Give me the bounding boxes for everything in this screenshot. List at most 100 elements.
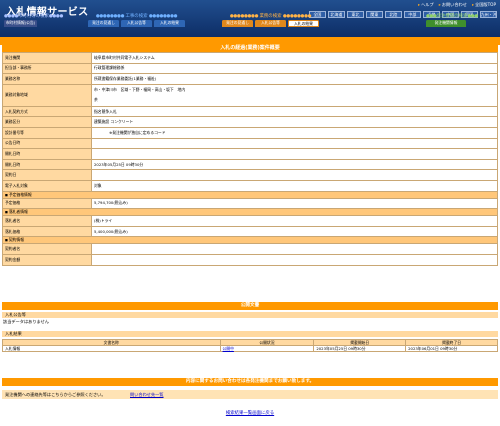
row-label: 落札者名 bbox=[2, 215, 92, 227]
table-row: 落札者名 (株)トライ bbox=[2, 215, 498, 227]
row-value: 行政管理課総務係 bbox=[91, 62, 498, 75]
row-value-2: 茶 bbox=[94, 97, 98, 103]
table-row: 業務名称 所蔵書籍保存業務委託(1業務・福祉) bbox=[2, 73, 498, 85]
header-links: ヘルプ お問い合わせ 全国版TOP bbox=[418, 2, 496, 8]
tab-municipal-info[interactable]: 市町村情報(公告) bbox=[4, 20, 37, 27]
row-label: 予定価格 bbox=[2, 197, 92, 210]
table-row: 担当部・事務所 行政管理課総務係 bbox=[2, 62, 498, 75]
row-value bbox=[91, 137, 498, 150]
row-label: 契約金額 bbox=[2, 253, 92, 266]
table-row: 開札日時 2023年05月25日 09時30分 bbox=[2, 158, 498, 171]
row-value bbox=[91, 148, 498, 160]
construction-search-group: ●●●●●●●● 工事の検索 ●●●●●●●● 発注の見通し 入札公告等 入札の… bbox=[88, 13, 185, 37]
tab-construction-results[interactable]: 入札の結果 bbox=[154, 20, 185, 27]
region-tab-tohoku[interactable]: 東北 bbox=[346, 11, 365, 18]
announcement-head: 入札公告等 bbox=[2, 312, 498, 318]
table-row: 予定価格 5,794,700(税込み) bbox=[2, 197, 498, 210]
municipal-search-title: 市町村等の検索 bbox=[18, 14, 49, 19]
row-value: (株)トライ bbox=[91, 215, 498, 227]
table-row: 業務対象地域 市・中津川市 区域・下野・福岡・高山・坂下 地内茶 bbox=[2, 83, 498, 107]
row-value: 2023年05月25日 09時30分 bbox=[91, 158, 498, 171]
service-search-title: 業務の検索 bbox=[259, 14, 282, 19]
row-label: 契約者名 bbox=[2, 243, 92, 255]
documents-title: 公開文書 bbox=[2, 302, 498, 310]
table-row: 公告日時 bbox=[2, 137, 498, 150]
document-start: 2023年05月25日 09時30分 bbox=[313, 345, 407, 352]
region-tab-kyushu[interactable]: 九州・沖縄 bbox=[479, 11, 497, 18]
row-value: 岐阜県市町村共同電子入札システム bbox=[91, 52, 498, 64]
tab-service-results[interactable]: 入札の結果 bbox=[288, 20, 319, 27]
row-value bbox=[91, 243, 498, 255]
table-row: 開札日時 bbox=[2, 148, 498, 160]
table-row: 契約金額 bbox=[2, 253, 498, 266]
document-status-link[interactable]: 公開中 bbox=[223, 346, 234, 351]
table-row: 契約者名 bbox=[2, 243, 498, 255]
tab-construction-outlook[interactable]: 発注の見通し bbox=[88, 20, 119, 27]
municipal-search-group: ●●●●市町村等の検索●●●● 市町村情報(公告) bbox=[4, 14, 63, 27]
contact-list-link[interactable]: 問い合わせ先一覧 bbox=[130, 390, 164, 399]
table-row: 落札価格 5,400,000(税込み) bbox=[2, 225, 498, 238]
row-value: 指名競争入札 bbox=[91, 105, 498, 118]
back-to-results-link[interactable]: 検索結果一覧画面に戻る bbox=[226, 411, 274, 416]
row-label: 契約日 bbox=[2, 169, 92, 181]
table-row: 契約日 bbox=[2, 169, 498, 181]
tab-construction-notices[interactable]: 入札公告等 bbox=[121, 20, 152, 27]
row-value: 5,794,700(税込み) bbox=[91, 197, 498, 210]
row-label: 発注機関 bbox=[2, 52, 92, 64]
row-value: 5,400,000(税込み) bbox=[91, 225, 498, 238]
contact-bar: 内容に関するお問い合わせは各発注機関までお願い致します。 bbox=[2, 378, 498, 386]
table-row: 業務区分 建築施設 コンクリート bbox=[2, 116, 498, 128]
region-tab-hokuriku[interactable]: 北陸 bbox=[384, 11, 403, 18]
row-label: 開札日時 bbox=[2, 148, 92, 160]
region-tab-chubu[interactable]: 中部 bbox=[403, 11, 422, 18]
tab-service-notices[interactable]: 入札公告等 bbox=[255, 20, 286, 27]
table-row: 入札契約方式 指名競争入札 bbox=[2, 105, 498, 118]
row-value bbox=[91, 169, 498, 181]
region-tab-hokkaido[interactable]: 北海道 bbox=[327, 11, 346, 18]
subsection-price-title: 予定価格情報 bbox=[2, 190, 498, 199]
help-link[interactable]: ヘルプ bbox=[418, 2, 434, 8]
header-divider bbox=[0, 37, 500, 45]
result-documents-table: 文書名称 公開状況 掲載開始日 掲載終了日 入札情報 公開中 2023年05月2… bbox=[2, 339, 498, 352]
row-label: 電子入札対象 bbox=[2, 179, 92, 192]
announcement-empty-text: 該当データはありません bbox=[3, 319, 49, 324]
national-top-link[interactable]: 全国版TOP bbox=[472, 2, 496, 8]
row-label: 業務名称 bbox=[2, 73, 92, 85]
subsection-contract-title: 契約情報 bbox=[2, 236, 498, 245]
row-label: 開札日時 bbox=[2, 158, 92, 171]
subsection-row: 契約情報 bbox=[2, 236, 498, 245]
document-end: 2023年06月01日 09時30分 bbox=[405, 345, 498, 352]
table-row: 発注機関 岐阜県市町村共同電子入札システム bbox=[2, 52, 498, 64]
row-value: 建築施設 コンクリート bbox=[91, 116, 498, 128]
section-title: 入札の経過(業務)案件概要 bbox=[2, 45, 498, 52]
subsection-row: 落札者情報 bbox=[2, 208, 498, 217]
row-label: 設計番号等 bbox=[2, 126, 92, 139]
service-search-group: ●●●●●●●● 業務の検索 ●●●●●●●● 発注の見通し 入札公告等 入札の… bbox=[222, 13, 319, 37]
agency-search-title: 発注機関の検索 bbox=[436, 14, 468, 19]
row-value: 対象 bbox=[91, 179, 498, 192]
table-row: 電子入札対象 対象 bbox=[2, 179, 498, 192]
result-head: 入札結果 bbox=[2, 331, 498, 337]
row-label: 業務対象地域 bbox=[2, 83, 92, 107]
tab-agency-info[interactable]: 発注機関情報 bbox=[426, 20, 466, 27]
agency-search-group: ●●●発注機関の検索●●● 発注機関情報 bbox=[426, 14, 478, 27]
contact-link[interactable]: お問い合わせ bbox=[439, 2, 467, 8]
row-label: 担当部・事務所 bbox=[2, 62, 92, 75]
row-value: ※発注機関が独自に定めるコード bbox=[91, 126, 498, 139]
row-value: 所蔵書籍保存業務委託(1業務・福祉) bbox=[91, 73, 498, 85]
table-row: 入札情報 公開中 2023年05月25日 09時30分 2023年06月01日 … bbox=[2, 345, 498, 352]
document-name: 入札情報 bbox=[2, 345, 221, 352]
subsection-winner-title: 落札者情報 bbox=[2, 208, 498, 217]
row-label: 落札価格 bbox=[2, 225, 92, 238]
row-value bbox=[91, 253, 498, 266]
construction-search-title: 工事の検索 bbox=[125, 14, 148, 19]
row-value: 市・中津川市 区域・下野・福岡・高山・坂下 地内 bbox=[94, 87, 186, 93]
row-label: 業務区分 bbox=[2, 116, 92, 128]
contact-row: 発注機関への連絡先等はこちらからご参照ください。 問い合わせ先一覧 bbox=[2, 390, 498, 399]
subsection-row: 予定価格情報 bbox=[2, 190, 498, 199]
region-tab-kanto[interactable]: 関東 bbox=[365, 11, 384, 18]
tab-service-outlook[interactable]: 発注の見通し bbox=[222, 20, 253, 27]
row-label: 公告日時 bbox=[2, 137, 92, 150]
site-header: 入札情報サービス ヘルプ お問い合わせ 全国版TOP 全国 北海道 東北 関東 … bbox=[0, 0, 500, 37]
row-label: 入札契約方式 bbox=[2, 105, 92, 118]
